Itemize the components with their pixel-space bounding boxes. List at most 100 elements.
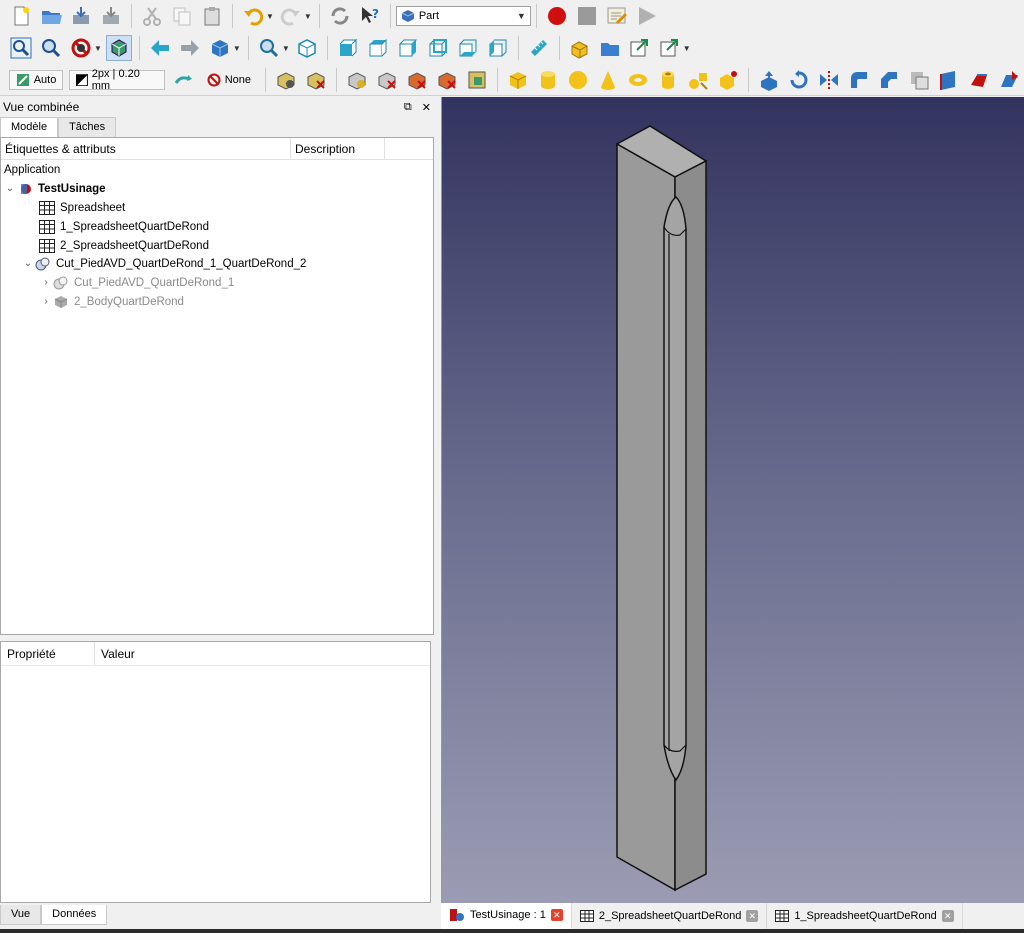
edit-macro-button[interactable] <box>604 3 630 29</box>
column-description-header[interactable]: Description <box>291 138 385 159</box>
close-icon[interactable]: ✕ <box>422 101 431 114</box>
view-isometric-button[interactable] <box>294 35 320 61</box>
chevron-down-icon[interactable]: ⌄ <box>3 183 17 194</box>
tab-view[interactable]: Vue <box>0 905 42 925</box>
line-width-button[interactable]: 2px | 0.20 mm <box>69 68 165 92</box>
toggle-construction-button[interactable] <box>170 67 196 93</box>
tube-button[interactable] <box>655 67 681 93</box>
close-icon[interactable]: ✕ <box>746 910 759 922</box>
close-icon[interactable]: ✕ <box>941 910 954 922</box>
tree-item-body[interactable]: › 2_BodyQuartDeRond <box>39 292 184 311</box>
tab-testusinage[interactable]: TestUsinage : 1 ✕ <box>441 903 572 929</box>
tab-spreadsheet-2[interactable]: 2_SpreadsheetQuartDeRond ✕ <box>572 903 768 929</box>
std-views-dropdown-icon[interactable]: ▼ <box>233 44 241 53</box>
column-value-header[interactable]: Valeur <box>95 642 141 665</box>
view-left-button[interactable] <box>485 35 511 61</box>
tree-application-row[interactable]: Application <box>4 160 60 179</box>
undo-button[interactable] <box>240 3 266 29</box>
mirror-button[interactable] <box>816 67 842 93</box>
float-panel-icon[interactable]: ⧉ <box>404 101 412 114</box>
groove-outline <box>663 196 687 782</box>
tree-item-cut-child[interactable]: › Cut_PiedAVD_QuartDeRond_1 <box>39 273 234 292</box>
tree-item-spreadsheet-2[interactable]: 2_SpreadsheetQuartDeRond <box>39 236 209 255</box>
chevron-right-icon[interactable]: › <box>39 296 53 307</box>
sweep-button[interactable] <box>996 67 1022 93</box>
measure-button[interactable] <box>526 35 552 61</box>
new-document-button[interactable] <box>8 3 34 29</box>
zoom-button[interactable] <box>256 35 282 61</box>
shape-builder-button[interactable] <box>715 67 741 93</box>
draft-tool-7-button[interactable] <box>464 67 490 93</box>
chamfer-button[interactable] <box>876 67 902 93</box>
fit-all-button[interactable] <box>8 35 34 61</box>
undo-dropdown-icon[interactable]: ▼ <box>266 12 274 21</box>
tab-data[interactable]: Données <box>41 905 108 925</box>
copy-button[interactable] <box>169 3 195 29</box>
fit-selection-button[interactable] <box>38 35 64 61</box>
tree-item-spreadsheet[interactable]: Spreadsheet <box>39 198 125 217</box>
forward-button[interactable] <box>177 35 203 61</box>
primitives-button[interactable] <box>685 67 711 93</box>
view-front-button[interactable] <box>335 35 361 61</box>
tab-spreadsheet-1[interactable]: 1_SpreadsheetQuartDeRond ✕ <box>767 903 963 929</box>
zoom-dropdown-icon[interactable]: ▼ <box>282 44 290 53</box>
draft-tool-3-button[interactable] <box>344 67 370 93</box>
view-rear-button[interactable] <box>425 35 451 61</box>
create-part-button[interactable] <box>567 35 593 61</box>
open-button[interactable] <box>38 3 64 29</box>
tree-document-row[interactable]: ⌄ TestUsinage <box>3 179 106 198</box>
stop-macro-button[interactable] <box>574 3 600 29</box>
view-top-button[interactable] <box>365 35 391 61</box>
tree-item-spreadsheet-1[interactable]: 1_SpreadsheetQuartDeRond <box>39 217 209 236</box>
whats-this-button[interactable]: ? <box>357 3 383 29</box>
tree-item-cut[interactable]: ⌄ Cut_PiedAVD_QuartDeRond_1_QuartDeRond_… <box>21 254 306 273</box>
fillet-button[interactable] <box>846 67 872 93</box>
back-button[interactable] <box>147 35 173 61</box>
link-actions-dropdown-icon[interactable]: ▼ <box>683 44 691 53</box>
torus-button[interactable] <box>625 67 651 93</box>
revolve-button[interactable] <box>786 67 812 93</box>
tab-tasks[interactable]: Tâches <box>58 117 117 137</box>
view-right-button[interactable] <box>395 35 421 61</box>
link-button[interactable] <box>627 35 653 61</box>
column-property-header[interactable]: Propriété <box>1 642 95 665</box>
draft-tool-4-button[interactable] <box>374 67 400 93</box>
draft-tool-6-button[interactable] <box>434 67 460 93</box>
paste-button[interactable] <box>199 3 225 29</box>
3d-viewport[interactable] <box>441 97 1024 903</box>
snap-none-button[interactable]: None <box>201 70 257 90</box>
draft-tool-1-button[interactable] <box>273 67 299 93</box>
link-actions-button[interactable] <box>657 35 683 61</box>
std-views-button[interactable] <box>207 35 233 61</box>
save-button[interactable] <box>68 3 94 29</box>
redo-dropdown-icon[interactable]: ▼ <box>304 12 312 21</box>
cylinder-button[interactable] <box>535 67 561 93</box>
auto-draw-button[interactable]: Auto <box>8 69 64 90</box>
chevron-right-icon[interactable]: › <box>39 277 53 288</box>
cut-button[interactable] <box>139 3 165 29</box>
loft-button[interactable] <box>966 67 992 93</box>
ruled-surface-button[interactable] <box>936 67 962 93</box>
bounding-box-button[interactable] <box>105 35 132 61</box>
record-macro-button[interactable] <box>544 3 570 29</box>
draw-style-dropdown-icon[interactable]: ▼ <box>94 44 102 53</box>
draw-style-button[interactable] <box>68 35 94 61</box>
draft-tool-5-button[interactable] <box>404 67 430 93</box>
chevron-down-icon[interactable]: ⌄ <box>21 258 35 269</box>
run-macro-button[interactable] <box>634 3 660 29</box>
redo-button[interactable] <box>278 3 304 29</box>
draft-tool-2-button[interactable] <box>303 67 329 93</box>
box-button[interactable] <box>505 67 531 93</box>
refresh-button[interactable] <box>327 3 353 29</box>
close-icon[interactable]: ✕ <box>550 909 563 921</box>
sphere-button[interactable] <box>565 67 591 93</box>
view-bottom-button[interactable] <box>455 35 481 61</box>
column-labels-header[interactable]: Étiquettes & attributs <box>1 138 291 159</box>
make-face-button[interactable] <box>906 67 932 93</box>
create-group-button[interactable] <box>597 35 623 61</box>
tab-model[interactable]: Modèle <box>0 117 59 137</box>
extrude-button[interactable] <box>756 67 782 93</box>
cone-button[interactable] <box>595 67 621 93</box>
workbench-select[interactable]: Part ▼ <box>395 6 531 26</box>
save-as-button[interactable] <box>98 3 124 29</box>
